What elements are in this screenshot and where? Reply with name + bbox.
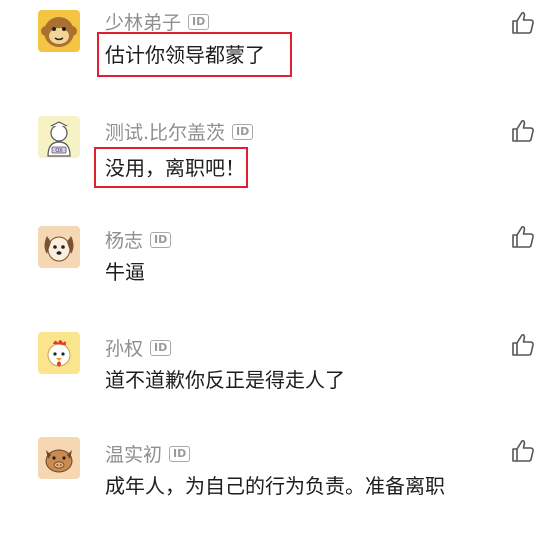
thumbs-up-icon[interactable] — [510, 224, 536, 250]
comment-username[interactable]: 温实初 ID — [105, 440, 191, 467]
id-badge: ID — [150, 231, 172, 248]
username-text: 温实初 — [105, 444, 163, 466]
username-text: 少林弟子 — [105, 12, 182, 34]
thumbs-up-icon[interactable] — [510, 10, 536, 36]
comment-username[interactable]: 少林弟子 ID — [105, 8, 210, 35]
ox-chef-avatar[interactable]: OX — [38, 116, 80, 158]
svg-text:OX: OX — [55, 148, 63, 154]
comment-text: 道不道歉你反正是得走人了 — [105, 368, 345, 392]
comment-item: 少林弟子 ID 估计你领导都蒙了 — [0, 0, 558, 108]
thumbs-up-icon[interactable] — [510, 438, 536, 464]
rooster-avatar[interactable] — [38, 332, 80, 374]
id-badge: ID — [150, 339, 172, 356]
id-badge: ID — [169, 445, 191, 462]
comment-item: 杨志 ID 牛逼 — [0, 216, 558, 324]
monkey-avatar[interactable] — [38, 10, 80, 52]
thumbs-up-icon[interactable] — [510, 118, 536, 144]
pig-avatar[interactable] — [38, 437, 80, 479]
comment-text: 没用，离职吧！ — [105, 156, 245, 180]
comment-username[interactable]: 测试.比尔盖茨 ID — [105, 118, 254, 145]
comment-item: 温实初 ID 成年人，为自己的行为负责。准备离职 — [0, 432, 558, 540]
id-badge: ID — [232, 123, 254, 140]
comment-text: 估计你领导都蒙了 — [105, 43, 265, 67]
comment-text: 牛逼 — [105, 260, 145, 284]
id-badge: ID — [188, 13, 210, 30]
comment-item: OX 测试.比尔盖茨 ID 没用，离职吧！ — [0, 108, 558, 216]
thumbs-up-icon[interactable] — [510, 332, 536, 358]
username-text: 杨志 — [105, 230, 144, 252]
username-text: 孙权 — [105, 338, 144, 360]
comment-username[interactable]: 杨志 ID — [105, 226, 172, 253]
dog-avatar[interactable] — [38, 226, 80, 268]
comment-text: 成年人，为自己的行为负责。准备离职 — [105, 474, 445, 498]
username-text: 测试.比尔盖茨 — [105, 122, 226, 144]
comment-username[interactable]: 孙权 ID — [105, 334, 172, 361]
comment-item: 孙权 ID 道不道歉你反正是得走人了 — [0, 324, 558, 432]
